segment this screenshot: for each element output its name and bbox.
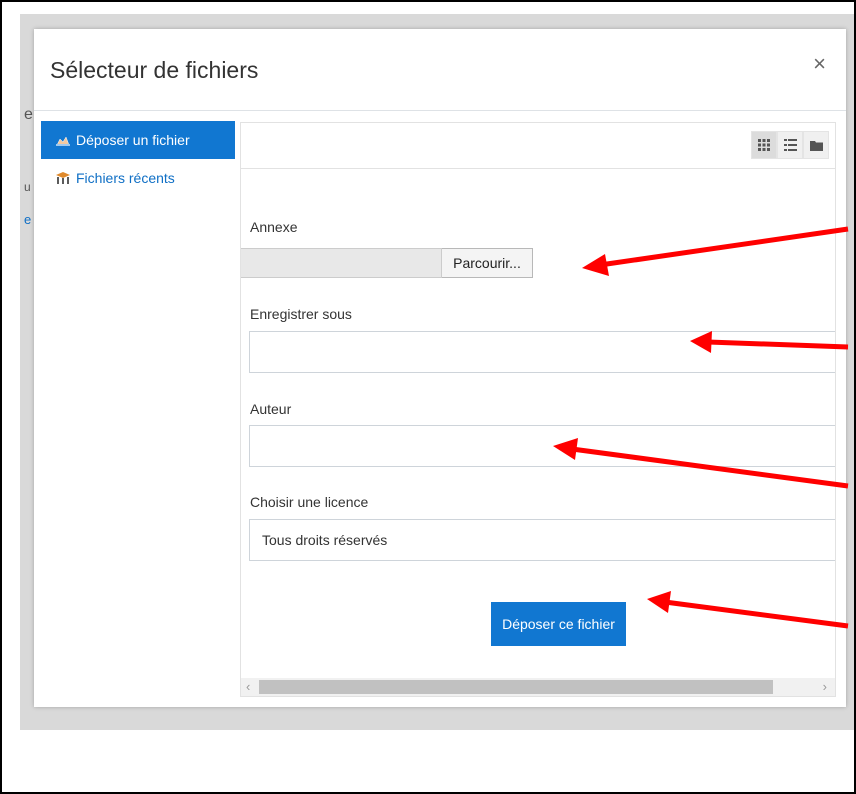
annotation-arrowhead: [647, 591, 671, 613]
annotation-arrows: [553, 226, 849, 629]
annotation-arrowhead: [553, 438, 578, 460]
annotation-arrowhead: [582, 254, 609, 276]
annotation-arrow-submit: [664, 599, 849, 629]
annotation-arrow-save-as: [707, 339, 849, 350]
annotation-arrow-browse: [599, 226, 849, 268]
annotation-arrowhead: [690, 331, 712, 353]
annotation-arrow-author: [571, 446, 849, 489]
